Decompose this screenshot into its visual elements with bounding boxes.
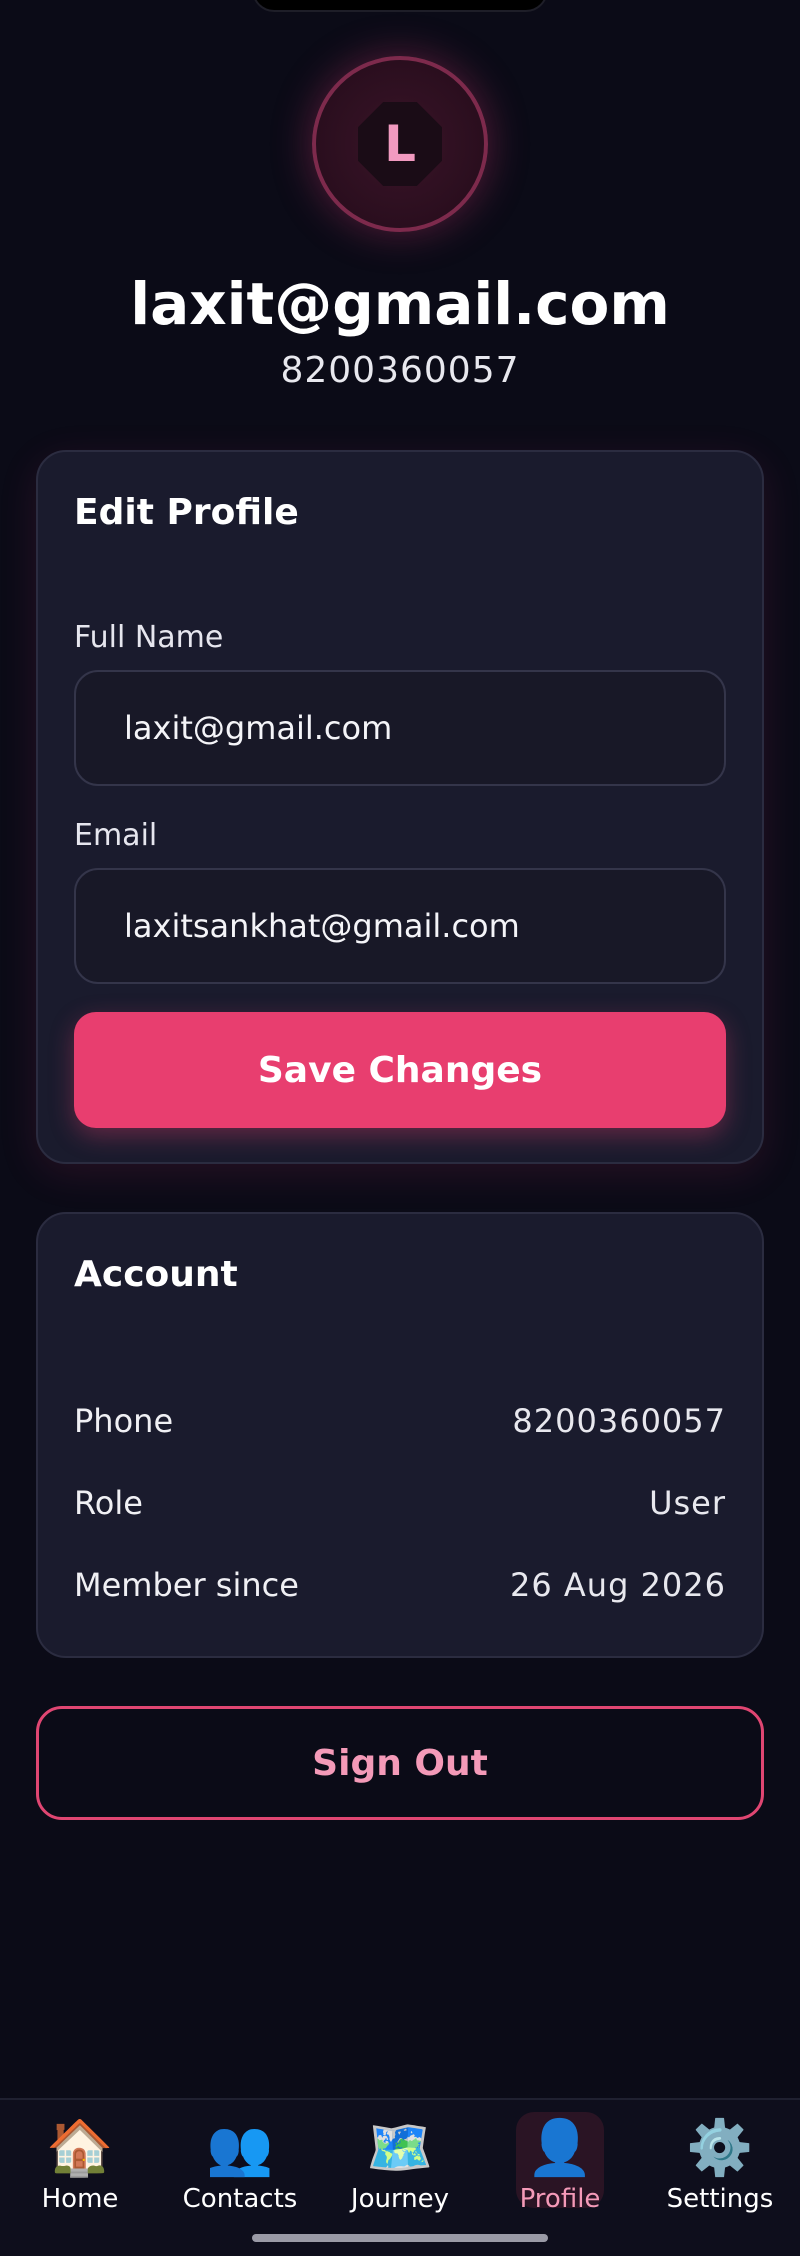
save-changes-button[interactable]: Save Changes bbox=[74, 1012, 726, 1128]
tab-label: Settings bbox=[666, 2184, 774, 2214]
edit-profile-title: Edit Profile bbox=[74, 492, 299, 533]
gear-icon: ⚙️ bbox=[686, 2116, 754, 2179]
email-input[interactable] bbox=[74, 868, 726, 984]
bottom-tab-bar: 🏠 Home 👥 Contacts 🗺️ Journey 👤 Profile ⚙… bbox=[0, 2098, 800, 2256]
sign-out-button[interactable]: Sign Out bbox=[36, 1706, 764, 1820]
map-icon: 🗺️ bbox=[366, 2116, 434, 2179]
full-name-label: Full Name bbox=[74, 620, 224, 655]
account-row-key: Member since bbox=[74, 1566, 299, 1604]
account-row-value: 26 Aug 2026 bbox=[510, 1566, 726, 1604]
contacts-icon: 👥 bbox=[206, 2116, 274, 2179]
profile-icon: 👤 bbox=[526, 2116, 594, 2179]
avatar[interactable]: L bbox=[312, 56, 488, 232]
tab-profile[interactable]: 👤 Profile bbox=[490, 2112, 630, 2236]
tab-settings[interactable]: ⚙️ Settings bbox=[650, 2116, 790, 2236]
email-label: Email bbox=[74, 818, 158, 853]
account-row-key: Role bbox=[74, 1484, 143, 1522]
tab-label: Contacts bbox=[182, 2184, 298, 2214]
profile-phone: 8200360057 bbox=[280, 350, 520, 391]
account-row-member-since: Member since 26 Aug 2026 bbox=[74, 1560, 726, 1610]
home-indicator[interactable] bbox=[252, 2234, 548, 2242]
avatar-initial: L bbox=[358, 102, 442, 186]
account-row-role: Role User bbox=[74, 1478, 726, 1528]
account-card: Account Phone 8200360057 Role User Membe… bbox=[36, 1212, 764, 1658]
house-icon: 🏠 bbox=[46, 2116, 114, 2179]
account-title: Account bbox=[74, 1254, 238, 1295]
tab-home[interactable]: 🏠 Home bbox=[10, 2116, 150, 2236]
tab-journey[interactable]: 🗺️ Journey bbox=[330, 2116, 470, 2236]
account-row-phone: Phone 8200360057 bbox=[74, 1396, 726, 1446]
edit-profile-card: Edit Profile Full Name Email Save Change… bbox=[36, 450, 764, 1164]
tab-label: Profile bbox=[519, 2184, 601, 2214]
tab-contacts[interactable]: 👥 Contacts bbox=[170, 2116, 310, 2236]
account-row-value: User bbox=[649, 1484, 726, 1522]
tab-label: Journey bbox=[350, 2184, 450, 2214]
account-row-key: Phone bbox=[74, 1402, 174, 1440]
tab-label: Home bbox=[41, 2184, 119, 2214]
full-name-input[interactable] bbox=[74, 670, 726, 786]
account-row-value: 8200360057 bbox=[512, 1402, 726, 1440]
profile-name: laxit@gmail.com bbox=[130, 270, 670, 338]
camera-notch bbox=[252, 0, 548, 12]
